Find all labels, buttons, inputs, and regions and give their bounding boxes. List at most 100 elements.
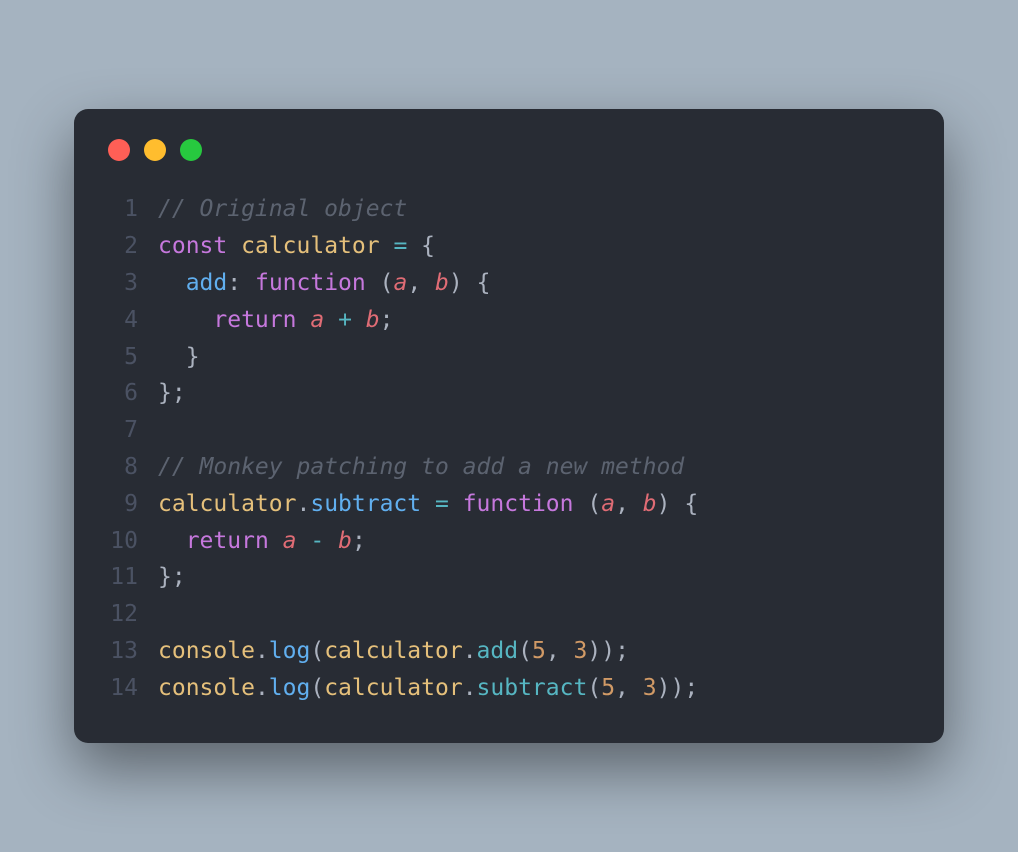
minimize-icon[interactable] [144, 139, 166, 161]
code-line: 6}; [104, 375, 914, 412]
code-token: ( [310, 638, 324, 664]
code-line: 3 add: function (a, b) { [104, 265, 914, 302]
code-token: )); [657, 675, 699, 701]
line-number: 7 [104, 412, 158, 449]
close-icon[interactable] [108, 139, 130, 161]
code-token: ( [310, 675, 324, 701]
code-token: a [393, 270, 407, 296]
code-token: const [158, 233, 227, 259]
code-token [324, 307, 338, 333]
code-token [380, 233, 394, 259]
code-token: . [463, 675, 477, 701]
code-token: ; [352, 528, 366, 554]
code-token [297, 528, 311, 554]
line-number: 13 [104, 633, 158, 670]
code-token: ) [657, 491, 671, 517]
code-token: return [186, 528, 269, 554]
code-token: a [283, 528, 297, 554]
code-content: }; [158, 559, 186, 596]
code-token: } [186, 344, 200, 370]
code-token: calculator [158, 491, 296, 517]
code-content [158, 412, 172, 449]
code-line: 5 } [104, 339, 914, 376]
line-number: 6 [104, 375, 158, 412]
code-token: + [338, 307, 352, 333]
code-token: ( [518, 638, 532, 664]
code-token: 3 [574, 638, 588, 664]
code-token: function [255, 270, 366, 296]
code-token [158, 270, 186, 296]
code-line: 8// Monkey patching to add a new method [104, 449, 914, 486]
code-content: } [158, 339, 200, 376]
code-token: , [615, 675, 629, 701]
line-number: 12 [104, 596, 158, 633]
code-token: add [477, 638, 519, 664]
maximize-icon[interactable] [180, 139, 202, 161]
code-token: console [158, 638, 255, 664]
line-number: 5 [104, 339, 158, 376]
code-window: 1// Original object2const calculator = {… [74, 109, 944, 742]
code-token: { [684, 491, 698, 517]
code-token: , [546, 638, 560, 664]
code-token [269, 528, 283, 554]
code-token: 5 [601, 675, 615, 701]
code-content: console.log(calculator.subtract(5, 3)); [158, 670, 698, 707]
code-token [407, 233, 421, 259]
line-number: 1 [104, 191, 158, 228]
code-line: 14console.log(calculator.subtract(5, 3))… [104, 670, 914, 707]
code-token: . [255, 638, 269, 664]
code-token: b [366, 307, 380, 333]
code-token [158, 344, 186, 370]
line-number: 8 [104, 449, 158, 486]
code-token [158, 307, 213, 333]
code-token: b [643, 491, 657, 517]
code-token: function [463, 491, 574, 517]
code-token: // Original object [158, 196, 407, 222]
code-token: = [435, 491, 449, 517]
code-token [421, 270, 435, 296]
code-token: )); [587, 638, 629, 664]
line-number: 4 [104, 302, 158, 339]
code-token: return [213, 307, 296, 333]
code-token: calculator [324, 675, 462, 701]
code-token [463, 270, 477, 296]
code-content: add: function (a, b) { [158, 265, 490, 302]
code-content [158, 596, 172, 633]
code-token: }; [158, 380, 186, 406]
code-token: }; [158, 564, 186, 590]
code-token: { [421, 233, 435, 259]
titlebar [104, 135, 914, 191]
code-line: 10 return a - b; [104, 523, 914, 560]
code-token: log [269, 675, 311, 701]
code-token [573, 491, 587, 517]
code-token [324, 528, 338, 554]
line-number: 10 [104, 523, 158, 560]
code-token: console [158, 675, 255, 701]
code-content: return a - b; [158, 523, 366, 560]
code-token [296, 307, 310, 333]
code-token: . [463, 638, 477, 664]
code-token: , [615, 491, 629, 517]
code-token: : [227, 270, 241, 296]
code-token: a [310, 307, 324, 333]
code-line: 11}; [104, 559, 914, 596]
line-number: 3 [104, 265, 158, 302]
code-token [241, 270, 255, 296]
code-line: 9calculator.subtract = function (a, b) { [104, 486, 914, 523]
code-token [671, 491, 685, 517]
code-line: 12 [104, 596, 914, 633]
line-number: 9 [104, 486, 158, 523]
code-content: const calculator = { [158, 228, 435, 265]
code-content: // Monkey patching to add a new method [158, 449, 684, 486]
line-number: 2 [104, 228, 158, 265]
code-line: 2const calculator = { [104, 228, 914, 265]
code-content: console.log(calculator.add(5, 3)); [158, 633, 629, 670]
code-token: , [407, 270, 421, 296]
code-token: 5 [532, 638, 546, 664]
code-token [421, 491, 435, 517]
code-token: { [477, 270, 491, 296]
code-editor[interactable]: 1// Original object2const calculator = {… [104, 191, 914, 706]
code-token: b [435, 270, 449, 296]
code-content: }; [158, 375, 186, 412]
line-number: 14 [104, 670, 158, 707]
